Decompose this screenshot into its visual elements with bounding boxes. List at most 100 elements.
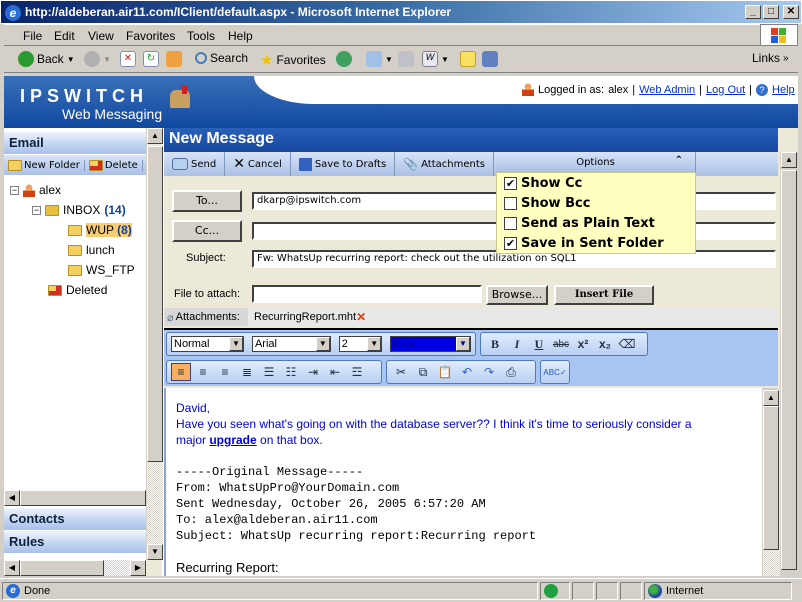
- scroll-thumb[interactable]: [763, 406, 779, 550]
- tree-node-alex[interactable]: − alex: [10, 183, 61, 197]
- redo-button[interactable]: ↷: [479, 363, 499, 381]
- horizontal-rule-button[interactable]: ☲: [347, 363, 367, 381]
- remove-attachment-icon[interactable]: ✕: [356, 310, 366, 324]
- stop-button[interactable]: ✕: [120, 51, 136, 67]
- cut-button[interactable]: ✂: [391, 363, 411, 381]
- underline-button[interactable]: U: [529, 335, 549, 353]
- scroll-left-button[interactable]: ◀: [4, 560, 20, 576]
- menu-file[interactable]: File: [23, 29, 42, 43]
- options-header[interactable]: Options ⌃: [496, 152, 696, 172]
- cc-button[interactable]: Cc...: [172, 220, 242, 242]
- numbered-list-button[interactable]: ☷: [281, 363, 301, 381]
- menu-view[interactable]: View: [88, 29, 114, 43]
- scroll-up-button[interactable]: ▲: [763, 390, 779, 406]
- align-justify-button[interactable]: ≣: [237, 363, 257, 381]
- scroll-thumb[interactable]: [781, 170, 797, 570]
- cancel-button[interactable]: ✕ Cancel: [225, 152, 291, 176]
- scroll-up-button[interactable]: ▲: [781, 152, 797, 168]
- log-out-link[interactable]: Log Out: [706, 84, 745, 96]
- option-show-cc[interactable]: ✔ Show Cc: [504, 176, 582, 191]
- menu-favorites[interactable]: Favorites: [126, 29, 175, 43]
- close-button[interactable]: ✕: [783, 5, 799, 19]
- help-link[interactable]: Help: [772, 84, 795, 96]
- strikethrough-button[interactable]: abc: [551, 335, 571, 353]
- option-send-plain-text[interactable]: Send as Plain Text: [504, 216, 655, 231]
- checkbox[interactable]: [504, 197, 517, 210]
- checkbox[interactable]: ✔: [504, 177, 517, 190]
- research-button[interactable]: [482, 51, 498, 67]
- scroll-up-button[interactable]: ▲: [147, 128, 163, 144]
- tree-node-wup[interactable]: WUP (8): [68, 223, 132, 237]
- spell-check-button[interactable]: ABC✓: [543, 363, 566, 381]
- rules-section-header[interactable]: Rules: [4, 531, 146, 553]
- tree-node-deleted[interactable]: Deleted: [48, 283, 107, 297]
- bold-button[interactable]: B: [485, 335, 505, 353]
- eraser-icon[interactable]: ⌫: [617, 335, 637, 353]
- back-button[interactable]: Back ▼: [18, 51, 75, 67]
- new-folder-button[interactable]: New Folder: [4, 159, 85, 171]
- popup-status-pane[interactable]: [540, 582, 570, 600]
- copy-button[interactable]: ⧉: [413, 363, 433, 381]
- print-button[interactable]: ⎙: [501, 363, 521, 381]
- scroll-left-button[interactable]: ◀: [4, 490, 20, 506]
- word-button[interactable]: W ▼: [422, 51, 449, 67]
- browse-button[interactable]: Browse...: [486, 285, 548, 305]
- collapse-icon[interactable]: ⌃: [675, 155, 683, 166]
- right-vertical-scrollbar[interactable]: ▲: [780, 152, 798, 576]
- tree-node-lunch[interactable]: lunch: [68, 243, 115, 257]
- favorites-button[interactable]: ★ Favorites: [260, 51, 326, 69]
- to-button[interactable]: To...: [172, 190, 242, 212]
- note-button[interactable]: [460, 51, 476, 67]
- email-section-header[interactable]: Email: [4, 132, 146, 154]
- undo-button[interactable]: ↶: [457, 363, 477, 381]
- checkbox[interactable]: [504, 217, 517, 230]
- left-horizontal-scrollbar[interactable]: ◀ ▶: [4, 560, 162, 576]
- font-color-select[interactable]: Blue ▼: [390, 336, 471, 352]
- tree-horizontal-scrollbar[interactable]: ◀: [4, 490, 146, 506]
- scroll-thumb[interactable]: [20, 490, 146, 506]
- tree-node-inbox[interactable]: − INBOX (14): [32, 203, 126, 217]
- align-right-button[interactable]: ≡: [193, 363, 213, 381]
- minimize-button[interactable]: _: [745, 5, 761, 19]
- attachments-button[interactable]: 📎 Attachments: [395, 152, 494, 176]
- send-button[interactable]: Send: [164, 152, 226, 176]
- search-button[interactable]: Search: [195, 51, 248, 65]
- upgrade-link[interactable]: upgrade: [209, 433, 256, 447]
- align-center-button[interactable]: ≡: [215, 363, 235, 381]
- paste-button[interactable]: 📋: [435, 363, 455, 381]
- contacts-section-header[interactable]: Contacts: [4, 508, 146, 530]
- collapse-icon[interactable]: −: [32, 205, 41, 215]
- refresh-button[interactable]: ↻: [143, 51, 159, 67]
- mail-button[interactable]: ▼: [366, 51, 393, 67]
- indent-button[interactable]: ⇥: [303, 363, 323, 381]
- attachment-filename[interactable]: RecurringReport.mht: [248, 311, 356, 323]
- insert-file-button[interactable]: Insert File: [554, 285, 654, 305]
- menu-edit[interactable]: Edit: [54, 29, 75, 43]
- scroll-right-button[interactable]: ▶: [130, 560, 146, 576]
- delete-folder-button[interactable]: Delete: [85, 159, 143, 171]
- menu-help[interactable]: Help: [228, 29, 253, 43]
- web-admin-link[interactable]: Web Admin: [639, 84, 695, 96]
- align-left-button[interactable]: ≡: [171, 363, 191, 381]
- left-vertical-scrollbar[interactable]: ▲ ▼: [146, 128, 163, 560]
- superscript-button[interactable]: x²: [573, 335, 593, 353]
- option-show-bcc[interactable]: Show Bcc: [504, 196, 590, 211]
- maximize-button[interactable]: □: [763, 5, 779, 19]
- font-size-select[interactable]: 2 ▼: [338, 336, 383, 352]
- scroll-down-button[interactable]: ▼: [147, 544, 163, 560]
- subscript-button[interactable]: x₂: [595, 335, 615, 353]
- scroll-thumb[interactable]: [147, 146, 163, 462]
- print-button[interactable]: [398, 51, 414, 67]
- paragraph-style-select[interactable]: Normal ▼: [171, 336, 244, 352]
- home-button[interactable]: [166, 51, 182, 67]
- bullet-list-button[interactable]: ☰: [259, 363, 279, 381]
- links-button[interactable]: Links »: [752, 51, 789, 65]
- font-family-select[interactable]: Arial ▼: [251, 336, 331, 352]
- option-save-in-sent[interactable]: ✔ Save in Sent Folder: [504, 236, 664, 251]
- editor-vertical-scrollbar[interactable]: ▲: [762, 388, 779, 576]
- italic-button[interactable]: I: [507, 335, 527, 353]
- collapse-icon[interactable]: −: [10, 185, 19, 195]
- save-to-drafts-button[interactable]: Save to Drafts: [291, 152, 396, 176]
- file-to-attach-field[interactable]: [252, 285, 482, 303]
- checkbox[interactable]: ✔: [504, 237, 517, 250]
